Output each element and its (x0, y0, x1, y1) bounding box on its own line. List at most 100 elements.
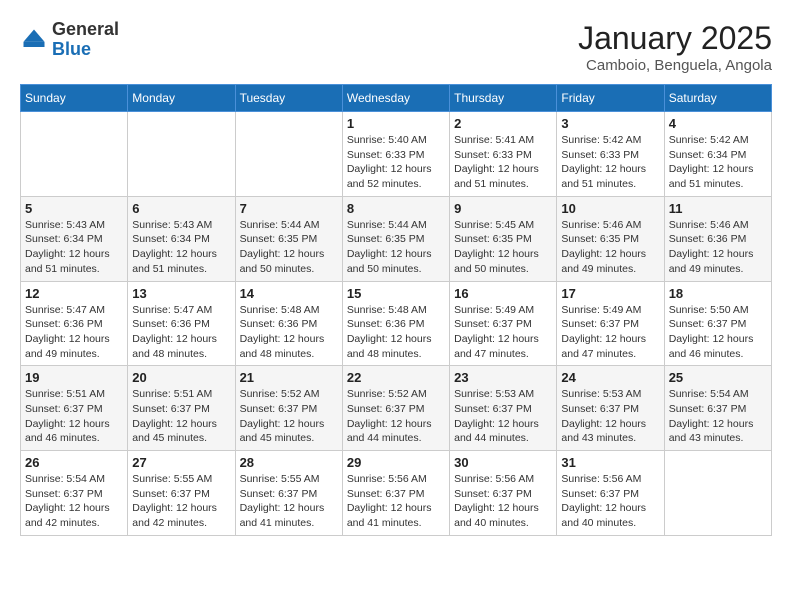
day-number: 28 (240, 455, 338, 470)
day-number: 10 (561, 201, 659, 216)
day-number: 14 (240, 286, 338, 301)
day-info: Sunrise: 5:46 AM Sunset: 6:36 PM Dayligh… (669, 218, 767, 277)
day-number: 18 (669, 286, 767, 301)
day-info: Sunrise: 5:53 AM Sunset: 6:37 PM Dayligh… (454, 387, 552, 446)
day-info: Sunrise: 5:47 AM Sunset: 6:36 PM Dayligh… (25, 303, 123, 362)
calendar-cell: 2 Sunrise: 5:41 AM Sunset: 6:33 PM Daylig… (450, 112, 557, 197)
day-info: Sunrise: 5:49 AM Sunset: 6:37 PM Dayligh… (561, 303, 659, 362)
day-number: 23 (454, 370, 552, 385)
calendar-cell: 17 Sunrise: 5:49 AM Sunset: 6:37 PM Dayli… (557, 281, 664, 366)
day-number: 5 (25, 201, 123, 216)
day-info: Sunrise: 5:44 AM Sunset: 6:35 PM Dayligh… (240, 218, 338, 277)
day-number: 27 (132, 455, 230, 470)
calendar-cell: 18 Sunrise: 5:50 AM Sunset: 6:37 PM Dayli… (664, 281, 771, 366)
day-info: Sunrise: 5:47 AM Sunset: 6:36 PM Dayligh… (132, 303, 230, 362)
calendar-week-5: 26 Sunrise: 5:54 AM Sunset: 6:37 PM Dayli… (21, 451, 772, 536)
calendar-cell (664, 451, 771, 536)
day-number: 9 (454, 201, 552, 216)
calendar-cell: 6 Sunrise: 5:43 AM Sunset: 6:34 PM Daylig… (128, 196, 235, 281)
calendar-cell: 9 Sunrise: 5:45 AM Sunset: 6:35 PM Daylig… (450, 196, 557, 281)
day-info: Sunrise: 5:53 AM Sunset: 6:37 PM Dayligh… (561, 387, 659, 446)
calendar-week-4: 19 Sunrise: 5:51 AM Sunset: 6:37 PM Dayli… (21, 366, 772, 451)
day-number: 20 (132, 370, 230, 385)
calendar-cell: 7Sunrise: 5:44 AM Sunset: 6:35 PM Daylig… (235, 196, 342, 281)
calendar-cell: 14 Sunrise: 5:48 AM Sunset: 6:36 PM Dayli… (235, 281, 342, 366)
calendar-cell: 5 Sunrise: 5:43 AM Sunset: 6:34 PM Daylig… (21, 196, 128, 281)
calendar-cell: 13 Sunrise: 5:47 AM Sunset: 6:36 PM Dayli… (128, 281, 235, 366)
day-number: 25 (669, 370, 767, 385)
calendar-cell: 27 Sunrise: 5:55 AM Sunset: 6:37 PM Dayli… (128, 451, 235, 536)
calendar-cell: 31 Sunrise: 5:56 AM Sunset: 6:37 PM Dayli… (557, 451, 664, 536)
calendar-cell: 11Sunrise: 5:46 AM Sunset: 6:36 PM Dayli… (664, 196, 771, 281)
calendar-cell: 25 Sunrise: 5:54 AM Sunset: 6:37 PM Dayli… (664, 366, 771, 451)
month-title: January 2025 (578, 20, 772, 57)
logo: General Blue (20, 20, 119, 60)
day-info: Sunrise: 5:43 AM Sunset: 6:34 PM Dayligh… (132, 218, 230, 277)
calendar-cell: 3Sunrise: 5:42 AM Sunset: 6:33 PM Daylig… (557, 112, 664, 197)
day-number: 13 (132, 286, 230, 301)
day-info: Sunrise: 5:49 AM Sunset: 6:37 PM Dayligh… (454, 303, 552, 362)
day-info: Sunrise: 5:50 AM Sunset: 6:37 PM Dayligh… (669, 303, 767, 362)
day-info: Sunrise: 5:52 AM Sunset: 6:37 PM Dayligh… (240, 387, 338, 446)
day-info: Sunrise: 5:56 AM Sunset: 6:37 PM Dayligh… (561, 472, 659, 531)
day-info: Sunrise: 5:56 AM Sunset: 6:37 PM Dayligh… (454, 472, 552, 531)
calendar-week-1: 1 Sunrise: 5:40 AM Sunset: 6:33 PM Daylig… (21, 112, 772, 197)
calendar-cell: 21Sunrise: 5:52 AM Sunset: 6:37 PM Dayli… (235, 366, 342, 451)
day-number: 29 (347, 455, 445, 470)
day-number: 30 (454, 455, 552, 470)
day-number: 12 (25, 286, 123, 301)
day-info: Sunrise: 5:42 AM Sunset: 6:34 PM Dayligh… (669, 133, 767, 192)
calendar-cell: 4 Sunrise: 5:42 AM Sunset: 6:34 PM Daylig… (664, 112, 771, 197)
day-info: Sunrise: 5:54 AM Sunset: 6:37 PM Dayligh… (669, 387, 767, 446)
day-info: Sunrise: 5:43 AM Sunset: 6:34 PM Dayligh… (25, 218, 123, 277)
weekday-tuesday: Tuesday (235, 85, 342, 112)
calendar-cell: 15Sunrise: 5:48 AM Sunset: 6:36 PM Dayli… (342, 281, 449, 366)
weekday-header-row: SundayMondayTuesdayWednesdayThursdayFrid… (21, 85, 772, 112)
calendar-table: SundayMondayTuesdayWednesdayThursdayFrid… (20, 84, 772, 536)
day-info: Sunrise: 5:54 AM Sunset: 6:37 PM Dayligh… (25, 472, 123, 531)
day-info: Sunrise: 5:40 AM Sunset: 6:33 PM Dayligh… (347, 133, 445, 192)
day-info: Sunrise: 5:55 AM Sunset: 6:37 PM Dayligh… (240, 472, 338, 531)
calendar-cell: 20Sunrise: 5:51 AM Sunset: 6:37 PM Dayli… (128, 366, 235, 451)
day-info: Sunrise: 5:41 AM Sunset: 6:33 PM Dayligh… (454, 133, 552, 192)
day-number: 31 (561, 455, 659, 470)
weekday-saturday: Saturday (664, 85, 771, 112)
calendar-body: 1 Sunrise: 5:40 AM Sunset: 6:33 PM Daylig… (21, 112, 772, 536)
day-number: 4 (669, 116, 767, 131)
logo-text: General Blue (52, 20, 119, 60)
title-block: January 2025 Camboio, Benguela, Angola (578, 20, 772, 74)
calendar-cell: 1 Sunrise: 5:40 AM Sunset: 6:33 PM Daylig… (342, 112, 449, 197)
day-number: 6 (132, 201, 230, 216)
day-number: 26 (25, 455, 123, 470)
day-number: 19 (25, 370, 123, 385)
weekday-wednesday: Wednesday (342, 85, 449, 112)
day-number: 22 (347, 370, 445, 385)
calendar-cell: 22 Sunrise: 5:52 AM Sunset: 6:37 PM Dayli… (342, 366, 449, 451)
calendar-cell: 29Sunrise: 5:56 AM Sunset: 6:37 PM Dayli… (342, 451, 449, 536)
calendar-cell (128, 112, 235, 197)
calendar-cell: 19 Sunrise: 5:51 AM Sunset: 6:37 PM Dayli… (21, 366, 128, 451)
day-info: Sunrise: 5:44 AM Sunset: 6:35 PM Dayligh… (347, 218, 445, 277)
day-number: 8 (347, 201, 445, 216)
calendar-week-2: 5 Sunrise: 5:43 AM Sunset: 6:34 PM Daylig… (21, 196, 772, 281)
day-number: 2 (454, 116, 552, 131)
calendar-cell: 10 Sunrise: 5:46 AM Sunset: 6:35 PM Dayli… (557, 196, 664, 281)
day-info: Sunrise: 5:46 AM Sunset: 6:35 PM Dayligh… (561, 218, 659, 277)
calendar-cell: 26 Sunrise: 5:54 AM Sunset: 6:37 PM Dayli… (21, 451, 128, 536)
day-info: Sunrise: 5:55 AM Sunset: 6:37 PM Dayligh… (132, 472, 230, 531)
logo-general: General (52, 19, 119, 39)
day-info: Sunrise: 5:52 AM Sunset: 6:37 PM Dayligh… (347, 387, 445, 446)
day-number: 17 (561, 286, 659, 301)
calendar-cell: 24 Sunrise: 5:53 AM Sunset: 6:37 PM Dayli… (557, 366, 664, 451)
calendar-cell: 8 Sunrise: 5:44 AM Sunset: 6:35 PM Daylig… (342, 196, 449, 281)
day-info: Sunrise: 5:51 AM Sunset: 6:37 PM Dayligh… (25, 387, 123, 446)
day-number: 1 (347, 116, 445, 131)
calendar-cell: 28 Sunrise: 5:55 AM Sunset: 6:37 PM Dayli… (235, 451, 342, 536)
day-number: 16 (454, 286, 552, 301)
day-info: Sunrise: 5:45 AM Sunset: 6:35 PM Dayligh… (454, 218, 552, 277)
weekday-monday: Monday (128, 85, 235, 112)
page-header: General Blue January 2025 Camboio, Bengu… (20, 20, 772, 74)
day-info: Sunrise: 5:48 AM Sunset: 6:36 PM Dayligh… (240, 303, 338, 362)
day-number: 24 (561, 370, 659, 385)
calendar-week-3: 12 Sunrise: 5:47 AM Sunset: 6:36 PM Dayli… (21, 281, 772, 366)
